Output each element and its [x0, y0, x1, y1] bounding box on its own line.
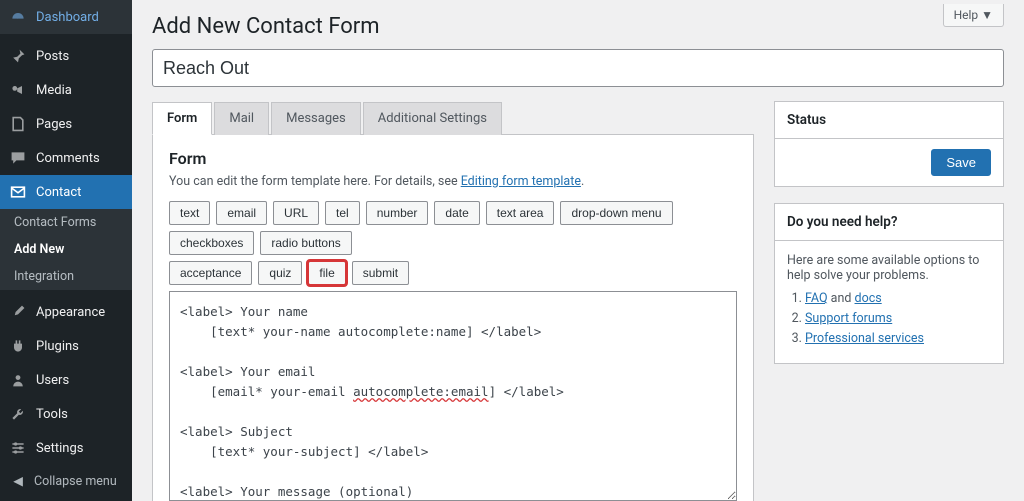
sidebar-item-dashboard[interactable]: Dashboard [0, 0, 132, 34]
tag-date[interactable]: date [434, 201, 479, 225]
status-metabox: Status Save [774, 101, 1004, 187]
form-panel: Form You can edit the form template here… [152, 134, 754, 501]
label: Plugins [36, 339, 79, 354]
tag-file[interactable]: file [308, 261, 345, 285]
form-title-input[interactable] [152, 49, 1004, 87]
comment-icon [8, 148, 28, 168]
tag-number[interactable]: number [366, 201, 429, 225]
sidebar-sub-add-new[interactable]: Add New [0, 236, 132, 263]
label: Collapse menu [34, 474, 117, 489]
sidebar-item-contact[interactable]: Contact [0, 175, 132, 209]
sidebar-sub-contact-forms[interactable]: Contact Forms [0, 209, 132, 236]
tag-email[interactable]: email [216, 201, 267, 225]
tag-tel[interactable]: tel [325, 201, 360, 225]
media-icon [8, 80, 28, 100]
page-icon [8, 114, 28, 134]
faq-link[interactable]: FAQ [805, 291, 828, 306]
tag-text-area[interactable]: text area [486, 201, 555, 225]
tag-checkboxes[interactable]: checkboxes [169, 231, 254, 255]
pin-icon [8, 46, 28, 66]
sidebar-item-plugins[interactable]: Plugins [0, 329, 132, 363]
docs-link[interactable]: docs [855, 291, 882, 306]
tag-row-1: textemailURLtelnumberdate text areadrop-d… [169, 201, 737, 255]
sidebar-item-tools[interactable]: Tools [0, 397, 132, 431]
tab-mail[interactable]: Mail [214, 102, 269, 135]
sidebar-item-comments[interactable]: Comments [0, 141, 132, 175]
sidebar-item-users[interactable]: Users [0, 363, 132, 397]
label: Comments [36, 151, 100, 166]
help-button[interactable]: Help ▼ [943, 4, 1004, 27]
tag-row-2: acceptancequizfile submit [169, 261, 737, 285]
form-desc: You can edit the form template here. For… [169, 174, 737, 189]
wrench-icon [8, 404, 28, 424]
mail-icon [8, 182, 28, 202]
label: Users [36, 373, 69, 388]
help-item-faq-docs: FAQ and docs [805, 291, 991, 306]
help-intro: Here are some available options to help … [787, 253, 991, 283]
label: Posts [36, 49, 69, 64]
save-button[interactable]: Save [931, 149, 991, 176]
sidebar-item-appearance[interactable]: Appearance [0, 295, 132, 329]
plug-icon [8, 336, 28, 356]
sidebar-item-posts[interactable]: Posts [0, 39, 132, 73]
status-title: Status [775, 102, 1003, 139]
editing-template-link[interactable]: Editing form template [461, 174, 581, 189]
help-item-pro: Professional services [805, 331, 991, 346]
label: Dashboard [36, 10, 99, 25]
main-content: Help ▼ Add New Contact Form Form Mail Me… [132, 0, 1024, 501]
tag-drop-down-menu[interactable]: drop-down menu [560, 201, 672, 225]
form-template-textarea[interactable]: <label> Your name [text* your-name autoc… [169, 291, 737, 501]
professional-services-link[interactable]: Professional services [805, 331, 924, 346]
label: Media [36, 83, 72, 98]
label: Pages [36, 117, 72, 132]
dashboard-icon [8, 7, 28, 27]
tag-radio-buttons[interactable]: radio buttons [260, 231, 351, 255]
tab-form[interactable]: Form [152, 102, 212, 135]
tag-acceptance[interactable]: acceptance [169, 261, 252, 285]
help-metabox: Do you need help? Here are some availabl… [774, 203, 1004, 364]
sliders-icon [8, 438, 28, 458]
sidebar-item-settings[interactable]: Settings [0, 431, 132, 465]
tab-messages[interactable]: Messages [271, 102, 361, 135]
page-title: Add New Contact Form [152, 0, 1004, 49]
brush-icon [8, 302, 28, 322]
label: Appearance [36, 305, 105, 320]
label: Settings [36, 441, 83, 456]
admin-sidebar: Dashboard Posts Media Pages Comments Con… [0, 0, 132, 501]
tag-text[interactable]: text [169, 201, 210, 225]
collapse-icon: ◀ [8, 473, 28, 489]
tag-quiz[interactable]: quiz [258, 261, 302, 285]
help-title: Do you need help? [775, 204, 1003, 241]
sidebar-sub-integration[interactable]: Integration [0, 263, 132, 290]
sidebar-item-media[interactable]: Media [0, 73, 132, 107]
tag-URL[interactable]: URL [273, 201, 319, 225]
label: Contact [36, 185, 81, 200]
sidebar-collapse[interactable]: ◀ Collapse menu [0, 465, 132, 497]
sidebar-item-pages[interactable]: Pages [0, 107, 132, 141]
form-tabs: Form Mail Messages Additional Settings [152, 102, 754, 135]
label: Tools [36, 407, 68, 422]
form-heading: Form [169, 149, 737, 168]
sidebar-submenu-contact: Contact Forms Add New Integration [0, 209, 132, 290]
support-forums-link[interactable]: Support forums [805, 311, 892, 326]
tag-submit[interactable]: submit [352, 261, 409, 285]
tab-additional-settings[interactable]: Additional Settings [363, 102, 502, 135]
help-item-forums: Support forums [805, 311, 991, 326]
user-icon [8, 370, 28, 390]
